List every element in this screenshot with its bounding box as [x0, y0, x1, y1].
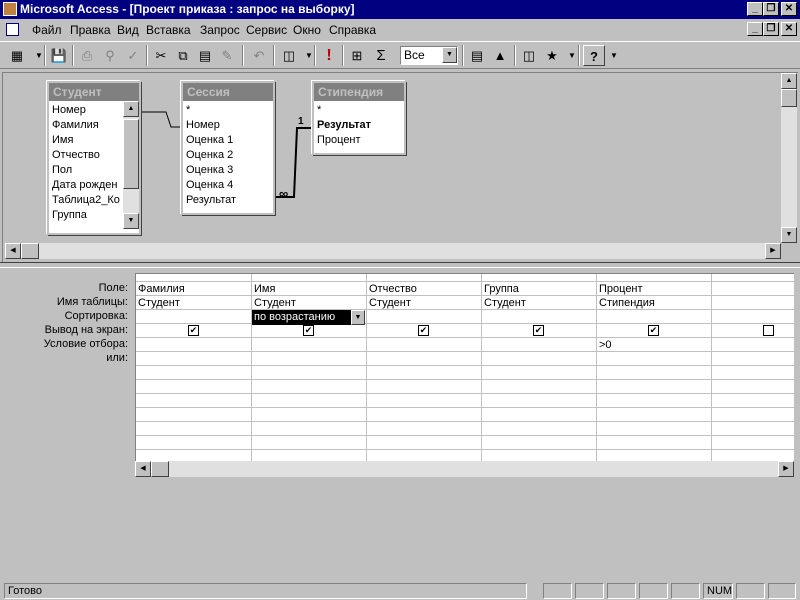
field-item[interactable]: Оценка 4	[183, 178, 273, 193]
show-checkbox[interactable]: ✔	[303, 325, 314, 336]
field-item[interactable]: Фамилия	[49, 118, 121, 133]
field-item[interactable]: Оценка 2	[183, 148, 273, 163]
relationship-many-label: ∞	[279, 186, 289, 201]
field-item[interactable]: Результат	[183, 193, 273, 208]
sort-dropdown-icon[interactable]: ▼	[351, 310, 365, 325]
field-item[interactable]: Номер	[49, 103, 121, 118]
field-list-grant[interactable]: Стипендия * Результат Процент	[312, 81, 406, 155]
row-label-sort: Сортировка:	[64, 310, 128, 322]
grid-field-cell[interactable]: Процент	[597, 282, 711, 296]
status-panel	[671, 583, 700, 599]
show-checkbox[interactable]: ✔	[418, 325, 429, 336]
grid-table-cell[interactable]: Студент	[482, 296, 596, 310]
field-item[interactable]: Таблица2_Ко	[49, 193, 121, 208]
sort-select[interactable]: по возрастанию ▼	[252, 310, 365, 325]
table-pane-hscroll[interactable]: ◀ ▶	[5, 243, 781, 259]
show-checkbox-unchecked[interactable]	[763, 325, 774, 336]
field-item[interactable]: Отчество	[49, 148, 121, 163]
row-label-criteria: Условие отбора:	[43, 338, 128, 350]
grid-field-cell[interactable]: Фамилия	[136, 282, 250, 296]
field-list-session[interactable]: Сессия * Номер Оценка 1 Оценка 2 Оценка …	[181, 81, 275, 215]
grid-table-cell[interactable]: Стипендия	[597, 296, 711, 310]
scroll-thumb[interactable]	[21, 243, 39, 259]
status-panel	[575, 583, 604, 599]
field-item[interactable]: Группа	[49, 208, 121, 223]
field-item[interactable]: Процент	[314, 133, 404, 148]
row-label-or: или:	[106, 352, 128, 364]
row-label-field: Поле:	[98, 282, 128, 294]
field-item[interactable]: Номер	[183, 118, 273, 133]
status-panel	[543, 583, 572, 599]
status-panel	[736, 583, 765, 599]
table-pane-vscroll[interactable]: ▲ ▼	[781, 73, 797, 243]
num-lock-indicator: NUM	[703, 583, 733, 599]
scroll-down-icon[interactable]: ▼	[123, 213, 139, 229]
field-list-items: * Номер Оценка 1 Оценка 2 Оценка 3 Оценк…	[183, 101, 273, 211]
field-list-items: Номер Фамилия Имя Отчество Пол Дата рожд…	[49, 101, 139, 231]
field-item[interactable]: *	[314, 103, 404, 118]
field-list-items: * Результат Процент	[314, 101, 404, 151]
grid-field-cell[interactable]: Отчество	[367, 282, 481, 296]
sort-select-value: по возрастанию	[254, 311, 336, 323]
grid-table-cell[interactable]: Студент	[136, 296, 250, 310]
field-list-student[interactable]: Студент Номер Фамилия Имя Отчество Пол Д…	[47, 81, 141, 235]
grid-field-cell[interactable]: Имя	[252, 282, 366, 296]
scroll-left-icon[interactable]: ◀	[5, 243, 21, 259]
scroll-thumb[interactable]	[781, 89, 797, 107]
status-panel	[607, 583, 636, 599]
show-checkbox[interactable]: ✔	[188, 325, 199, 336]
status-text: Готово	[4, 583, 527, 599]
scroll-thumb[interactable]	[123, 119, 139, 189]
scroll-up-icon[interactable]: ▲	[781, 73, 797, 89]
field-item[interactable]: *	[183, 103, 273, 118]
grid-table-cell[interactable]: Студент	[252, 296, 366, 310]
field-item[interactable]: Пол	[49, 163, 121, 178]
grid-field-cell[interactable]: Группа	[482, 282, 596, 296]
field-item[interactable]: Оценка 3	[183, 163, 273, 178]
scroll-down-icon[interactable]: ▼	[781, 227, 797, 243]
scroll-right-icon[interactable]: ▶	[778, 461, 794, 477]
grid-hscroll[interactable]: ◀ ▶	[135, 461, 794, 477]
row-label-show: Вывод на экран:	[44, 324, 128, 336]
grid-table-cell[interactable]: Студент	[367, 296, 481, 310]
scroll-up-icon[interactable]: ▲	[123, 101, 139, 117]
field-list-scrollbar[interactable]: ▲ ▼	[123, 101, 139, 229]
grid-criteria-cell[interactable]: >0	[597, 338, 711, 352]
field-item[interactable]: Оценка 1	[183, 133, 273, 148]
scroll-left-icon[interactable]: ◀	[135, 461, 151, 477]
scroll-thumb[interactable]	[151, 461, 169, 477]
field-item[interactable]: Результат	[314, 118, 404, 133]
table-pane: 1 ∞ Студент Номер Фамилия Имя Отчество П…	[2, 72, 798, 262]
design-grid: Фамилия Студент ✔ Имя Студент по возраст…	[135, 273, 794, 461]
field-list-title[interactable]: Студент	[49, 83, 139, 101]
field-item[interactable]: Имя	[49, 133, 121, 148]
status-panel	[639, 583, 668, 599]
field-item[interactable]: Дата рожден	[49, 178, 121, 193]
show-checkbox[interactable]: ✔	[648, 325, 659, 336]
field-list-title[interactable]: Сессия	[183, 83, 273, 101]
pane-splitter[interactable]	[0, 262, 800, 268]
scroll-right-icon[interactable]: ▶	[765, 243, 781, 259]
relationship-line-student-session	[138, 111, 181, 128]
status-bar: Готово NUM	[0, 582, 800, 600]
relationship-one-label: 1	[298, 116, 304, 127]
row-label-table: Имя таблицы:	[56, 296, 128, 308]
field-list-title[interactable]: Стипендия	[314, 83, 404, 101]
status-panel	[768, 583, 796, 599]
show-checkbox[interactable]: ✔	[533, 325, 544, 336]
